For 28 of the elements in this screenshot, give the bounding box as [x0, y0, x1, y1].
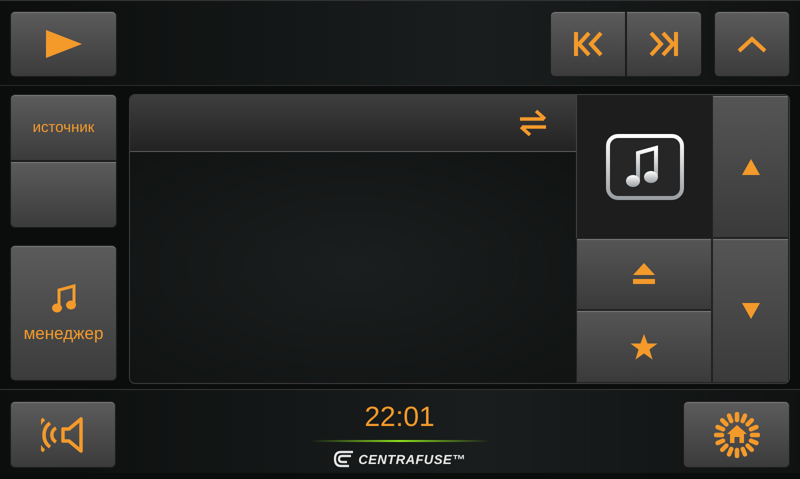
- audio-button[interactable]: [10, 401, 116, 468]
- collapse-button[interactable]: [714, 11, 790, 77]
- play-icon: [44, 29, 84, 59]
- logo-text: CENTRAFUSE™: [358, 452, 466, 466]
- clock: 22:01: [364, 401, 435, 433]
- logo-icon: [333, 450, 356, 468]
- skip-forward-icon: [648, 30, 680, 58]
- next-button[interactable]: [626, 11, 702, 77]
- source-button[interactable]: источник: [10, 94, 117, 161]
- blank-button[interactable]: [10, 161, 117, 228]
- scroll-up-button[interactable]: [712, 95, 789, 238]
- star-icon: [629, 332, 659, 360]
- eject-icon: [632, 262, 656, 286]
- manager-button[interactable]: менеджер: [10, 245, 117, 381]
- chevron-up-icon: [736, 35, 768, 53]
- skip-back-icon: [572, 30, 604, 58]
- shuffle-button[interactable]: [518, 108, 548, 138]
- home-button[interactable]: [683, 401, 790, 468]
- triangle-down-icon: [740, 302, 760, 320]
- favorite-button[interactable]: [576, 310, 712, 383]
- triangle-up-icon: [740, 158, 760, 176]
- previous-button[interactable]: [550, 11, 626, 77]
- swap-arrows-icon: [518, 108, 548, 138]
- play-button[interactable]: [10, 11, 117, 77]
- speaker-icon: [41, 416, 85, 454]
- album-art-icon: [604, 132, 684, 200]
- eject-button[interactable]: [576, 238, 712, 310]
- home-icon: [714, 412, 760, 458]
